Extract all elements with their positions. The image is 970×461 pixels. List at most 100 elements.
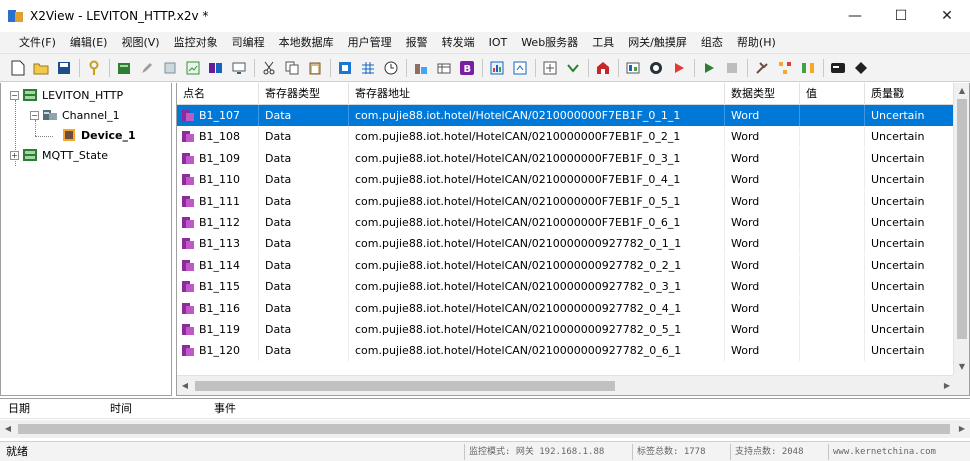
device-icon[interactable] [116,60,132,76]
table-row[interactable]: B1_111 Data com.pujie88.iot.hotel/HotelCAN… [177,190,955,212]
table-row[interactable]: B1_110 Data com.pujie88.iot.hotel/HotelCAN… [177,169,955,191]
tree-node-device[interactable]: Device_1 [61,126,136,144]
play-red-icon[interactable] [671,60,687,76]
log-column-date[interactable]: 日期 [0,399,30,419]
horizontal-scrollbar[interactable]: ◀ ▶ [177,375,955,395]
table-row[interactable]: B1_113 Data com.pujie88.iot.hotel/HotelCAN… [177,233,955,255]
stop-icon[interactable] [724,60,740,76]
menu-edit[interactable]: 编辑(E) [63,32,115,54]
open-folder-icon[interactable] [33,60,49,76]
cell-name: B1_116 [177,297,259,319]
branch-icon[interactable] [777,60,793,76]
menu-scada[interactable]: 组态 [694,32,730,54]
column-header-register-address[interactable]: 寄存器地址 [349,83,725,105]
settings-icon[interactable] [565,60,581,76]
import-icon[interactable] [337,60,353,76]
bold-b-icon[interactable]: B [459,60,475,76]
table-icon[interactable] [436,60,452,76]
tag-grid: 点名 寄存器类型 寄存器地址 数据类型 值 质量戳 B1_107 Data com.… [176,83,970,396]
key-icon[interactable] [86,60,102,76]
scroll-left-arrow-icon[interactable]: ◀ [177,378,193,394]
cell-value [800,254,865,276]
window-icon[interactable] [542,60,558,76]
menu-monitor-objects[interactable]: 监控对象 [167,32,225,54]
close-button[interactable]: ✕ [924,0,970,32]
play-green-icon[interactable] [701,60,717,76]
column-header-quality[interactable]: 质量戳 [865,83,955,105]
log-column-time[interactable]: 时间 [102,399,132,419]
column-header-register-type[interactable]: 寄存器类型 [259,83,349,105]
cell-value [800,169,865,191]
column-header-value[interactable]: 值 [800,83,865,105]
column-header-name[interactable]: 点名 [177,83,259,105]
cell-quality: Uncertain [865,254,955,276]
collapse-toggle[interactable]: − [10,90,19,100]
save-icon[interactable] [56,60,72,76]
database-icon[interactable] [208,60,224,76]
table-row[interactable]: B1_120 Data com.pujie88.iot.hotel/HotelCAN… [177,340,955,362]
edit-icon[interactable] [139,60,155,76]
menu-user-management[interactable]: 用户管理 [341,32,399,54]
menu-iot[interactable]: IOT [482,32,515,54]
horizontal-scroll-thumb[interactable] [195,381,615,391]
table-row[interactable]: B1_114 Data com.pujie88.iot.hotel/HotelCAN… [177,254,955,276]
terminal-icon[interactable] [830,60,846,76]
home-icon[interactable] [595,60,611,76]
table-row[interactable]: B1_119 Data com.pujie88.iot.hotel/HotelCAN… [177,319,955,340]
menu-web-server[interactable]: Web服务器 [514,32,585,54]
menu-view[interactable]: 视图(V) [114,32,166,54]
list-icon[interactable] [162,60,178,76]
table-row[interactable]: B1_108 Data com.pujie88.iot.hotel/HotelCAN… [177,126,955,148]
diamond-icon[interactable] [853,60,869,76]
web-icon[interactable] [648,60,664,76]
menu-tools[interactable]: 工具 [585,32,621,54]
menu-programming[interactable]: 司编程 [225,32,272,54]
cut-icon[interactable] [261,60,277,76]
mqtt-icon [23,149,37,161]
tools-icon[interactable] [754,60,770,76]
monitor-icon[interactable] [231,60,247,76]
report-icon[interactable] [489,60,505,76]
log-horizontal-scrollbar[interactable]: ◀ ▶ [0,420,970,438]
vertical-scrollbar[interactable]: ▲ ▼ [953,83,969,375]
menu-file[interactable]: 文件(F) [12,32,63,54]
chart-icon[interactable] [185,60,201,76]
menu-alarm[interactable]: 报警 [399,32,435,54]
scroll-up-arrow-icon[interactable]: ▲ [954,83,969,99]
expand-toggle[interactable]: + [10,150,19,160]
minimize-button[interactable]: — [832,0,878,32]
menu-forwarder[interactable]: 转发端 [435,32,482,54]
image-icon[interactable] [625,60,641,76]
table-row[interactable]: B1_107 Data com.pujie88.iot.hotel/HotelCAN… [177,105,955,127]
menu-help[interactable]: 帮助(H) [730,32,783,54]
log-column-event[interactable]: 事件 [206,399,236,419]
table-row[interactable]: B1_109 Data com.pujie88.iot.hotel/HotelCAN… [177,147,955,169]
tag-icon[interactable] [413,60,429,76]
table-row[interactable]: B1_116 Data com.pujie88.iot.hotel/HotelCAN… [177,297,955,319]
paste-icon[interactable] [307,60,323,76]
table-row[interactable]: B1_112 Data com.pujie88.iot.hotel/HotelCAN… [177,212,955,233]
cell-reg-type: Data [259,190,349,212]
vertical-scroll-thumb[interactable] [957,99,967,339]
table-row[interactable]: B1_115 Data com.pujie88.iot.hotel/HotelCAN… [177,276,955,298]
maximize-button[interactable]: ☐ [878,0,924,32]
menu-gateway-hmi[interactable]: 网关/触摸屏 [621,32,694,54]
copy-icon[interactable] [284,60,300,76]
tree-node-channel[interactable]: − Channel_1 [30,106,120,124]
menu-local-database[interactable]: 本地数据库 [272,32,341,54]
scroll-left-arrow-icon[interactable]: ◀ [0,421,16,437]
log-scroll-thumb[interactable] [18,424,950,434]
collapse-toggle[interactable]: − [30,110,39,120]
network-icon[interactable] [800,60,816,76]
status-monitor-mode: 监控模式: 网关 192.168.1.88 [464,444,608,460]
scroll-right-arrow-icon[interactable]: ▶ [954,421,970,437]
scroll-down-arrow-icon[interactable]: ▼ [954,359,969,375]
grid-icon[interactable] [360,60,376,76]
tree-node-mqtt[interactable]: + MQTT_State [10,146,108,164]
column-header-data-type[interactable]: 数据类型 [725,83,800,105]
clock-icon[interactable] [383,60,399,76]
cell-quality: Uncertain [865,105,955,126]
tree-node-root[interactable]: − LEVITON_HTTP [10,86,123,104]
new-file-icon[interactable] [10,60,26,76]
sync-icon[interactable] [512,60,528,76]
